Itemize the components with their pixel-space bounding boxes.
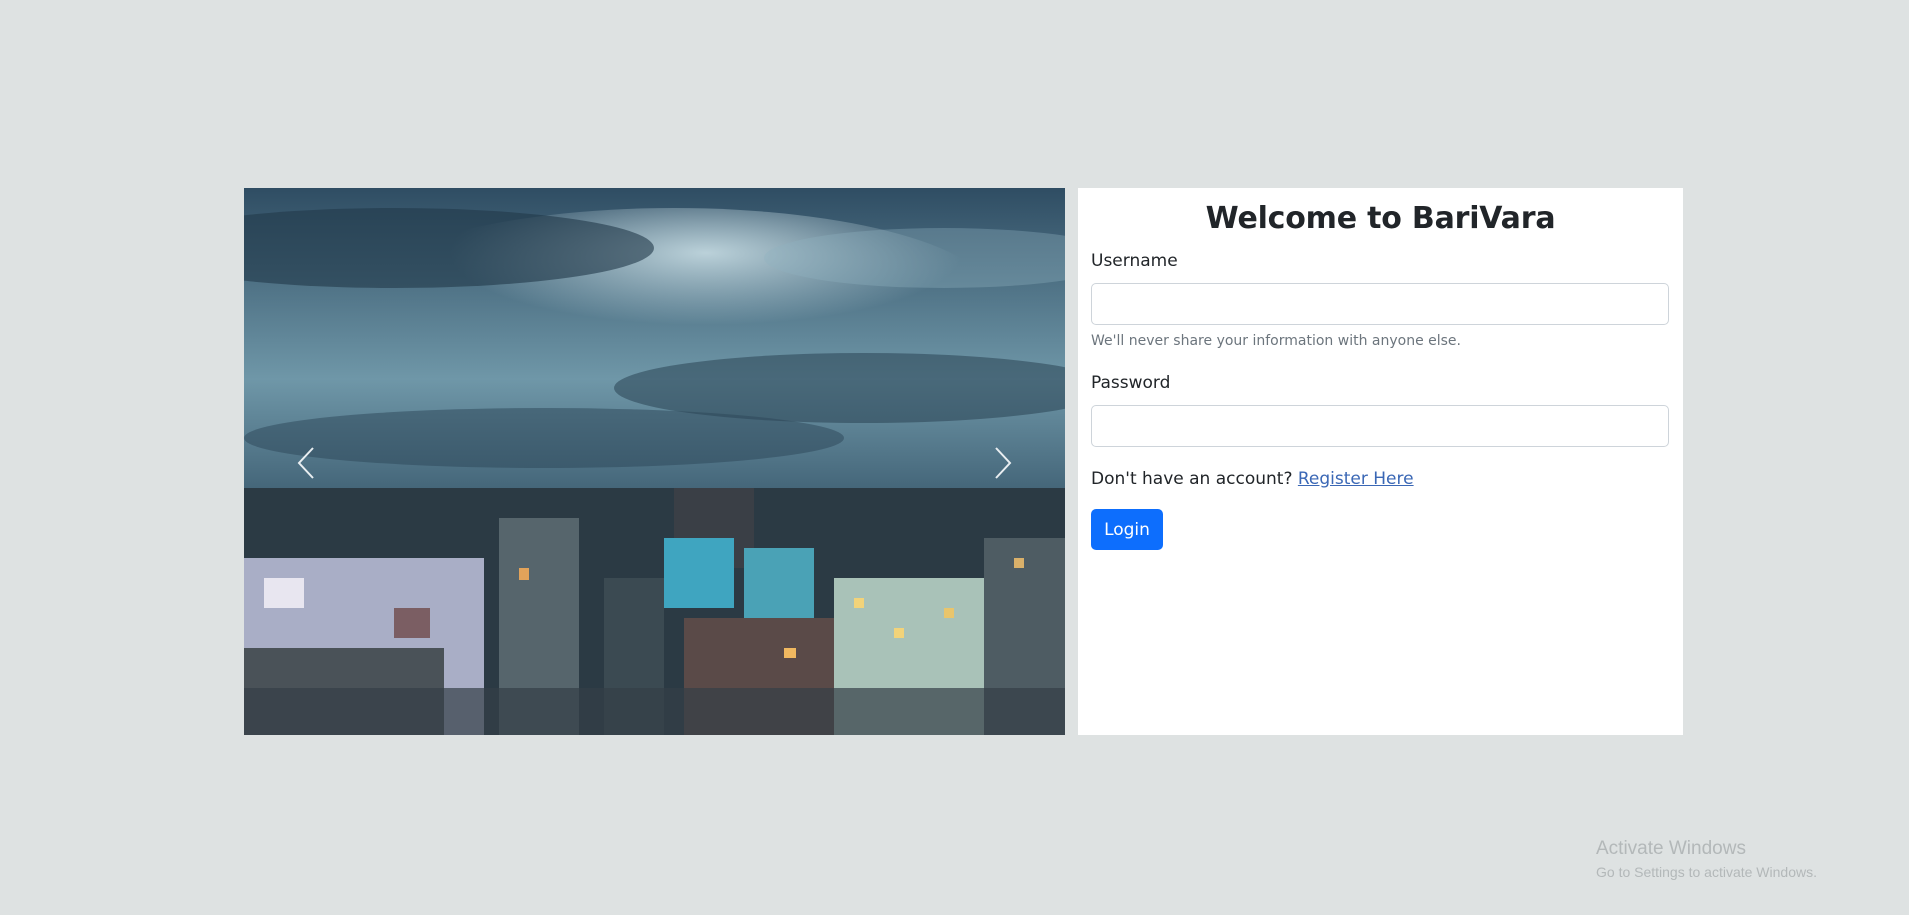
carousel-next-button[interactable]	[973, 428, 1033, 498]
watermark-title: Activate Windows	[1596, 838, 1746, 859]
city-skyline-photo	[244, 188, 1065, 735]
chevron-right-icon	[995, 447, 1012, 479]
login-panel: Welcome to BariVara Username We'll never…	[1078, 188, 1683, 735]
windows-activation-watermark: Activate Windows Go to Settings to activ…	[1596, 838, 1817, 880]
register-prompt: Don't have an account? Register Here	[1091, 469, 1414, 489]
no-account-text: Don't have an account?	[1091, 469, 1293, 489]
username-label: Username	[1091, 251, 1178, 271]
username-input[interactable]	[1091, 283, 1669, 325]
password-label: Password	[1091, 373, 1171, 393]
page-title: Welcome to BariVara	[1205, 201, 1556, 236]
carousel-prev-button[interactable]	[276, 428, 336, 498]
username-help-text: We'll never share your information with …	[1091, 333, 1461, 349]
login-button[interactable]: Login	[1091, 509, 1163, 550]
watermark-subtitle: Go to Settings to activate Windows.	[1596, 864, 1817, 880]
register-link[interactable]: Register Here	[1298, 469, 1414, 489]
password-input[interactable]	[1091, 405, 1669, 447]
chevron-left-icon	[297, 447, 314, 479]
image-carousel	[244, 188, 1065, 735]
